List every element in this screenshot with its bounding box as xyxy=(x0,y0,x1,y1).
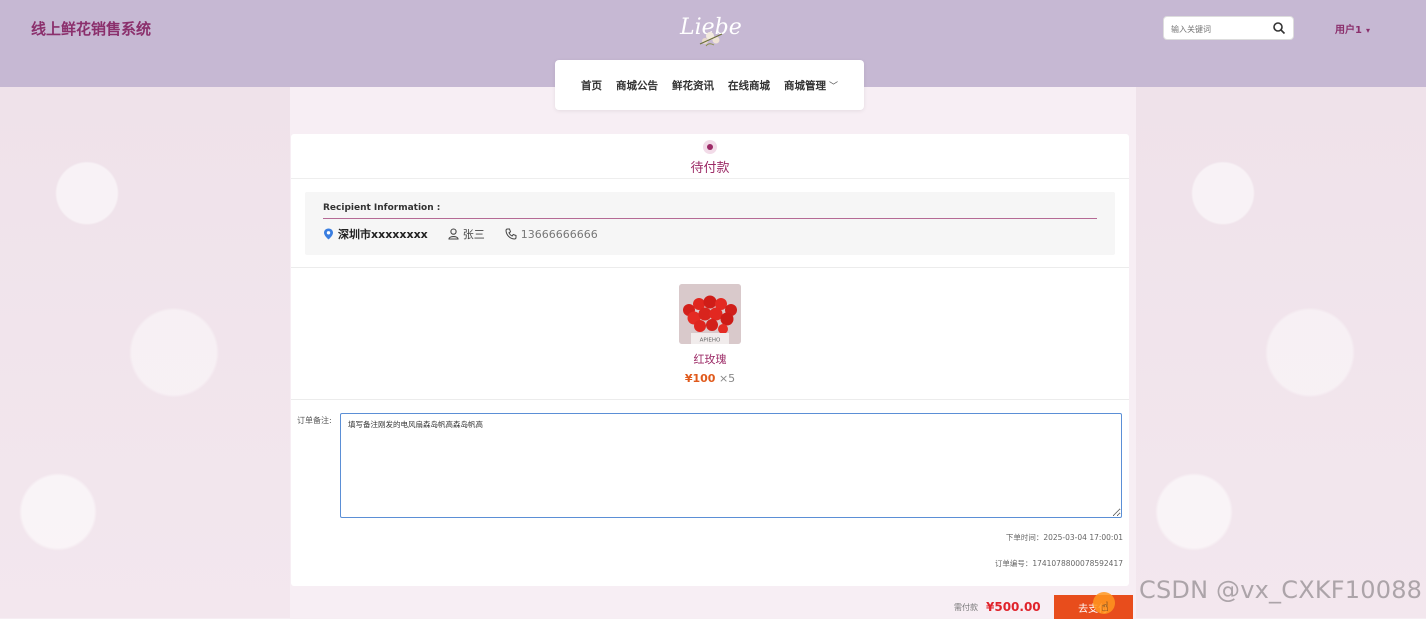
watermark: CSDN @vx_CXKF10088 xyxy=(1139,576,1423,604)
order-number: 订单编号：1741078800078592417 xyxy=(994,559,1123,568)
nav-item-announcements[interactable]: 商城公告 xyxy=(616,78,658,93)
recipient-address: 深圳市xxxxxxxx xyxy=(338,228,428,241)
caret-down-icon: ▾ xyxy=(1365,26,1370,35)
recipient-row: 深圳市xxxxxxxx 张三 13666666666 xyxy=(323,226,618,242)
nav-item-store-management[interactable]: 商城管理 ﹀ xyxy=(784,78,838,93)
location-pin-icon xyxy=(324,228,333,240)
person-icon xyxy=(448,228,459,240)
name-item: 张三 xyxy=(448,226,485,242)
product-quantity: ×5 xyxy=(718,372,736,385)
nav-item-home[interactable]: 首页 xyxy=(581,78,602,93)
search-icon[interactable] xyxy=(1272,21,1286,35)
product-name[interactable]: 红玫瑰 xyxy=(291,351,1129,367)
pay-amount: ¥500.00 xyxy=(986,600,1041,614)
main-nav: 首页 商城公告 鲜花资讯 在线商城 商城管理 ﹀ xyxy=(555,60,864,110)
product-price: ¥100 xyxy=(684,372,716,385)
recipient-box: Recipient Information : 深圳市xxxxxxxx 张三 1… xyxy=(305,192,1115,255)
order-time: 下单时间：2025-03-04 17:00:01 xyxy=(1005,533,1123,542)
remark-textarea[interactable]: 填写备注刚发的电风扇森岛帆高森岛帆高 xyxy=(340,413,1122,518)
order-card: 待付款 Recipient Information : 深圳市xxxxxxxx … xyxy=(291,134,1129,586)
search-box xyxy=(1163,16,1294,41)
recipient-name: 张三 xyxy=(462,228,485,241)
divider xyxy=(291,267,1129,268)
nav-item-store-management-label: 商城管理 xyxy=(783,79,826,92)
background-left xyxy=(0,87,290,618)
recipient-phone: 13666666666 xyxy=(520,227,598,241)
logo-flower-icon[interactable]: Liebe xyxy=(676,4,746,50)
product-item: APIEHO 红玫瑰 ¥100 ×5 xyxy=(291,284,1129,385)
address-item: 深圳市xxxxxxxx xyxy=(323,226,428,242)
pay-label: 需付款 xyxy=(954,602,978,612)
remark-label: 订单备注: xyxy=(297,416,332,425)
hand-cursor-icon: ☝ xyxy=(1101,600,1109,615)
phone-icon xyxy=(505,228,517,240)
status-dot-icon xyxy=(703,140,717,154)
recipient-divider xyxy=(323,218,1097,219)
user-name: 用户1 xyxy=(1335,25,1362,36)
background-right xyxy=(1136,87,1426,618)
chevron-down-icon: ﹀ xyxy=(828,81,838,92)
product-price-row: ¥100 ×5 xyxy=(291,372,1129,385)
product-image[interactable]: APIEHO xyxy=(679,284,741,344)
site-title[interactable]: 线上鲜花销售系统 xyxy=(31,18,151,39)
order-status-header: 待付款 xyxy=(291,134,1129,179)
search-input[interactable] xyxy=(1169,18,1273,41)
divider xyxy=(291,399,1129,400)
product-image-caption: APIEHO xyxy=(700,338,721,344)
nav-item-flower-news[interactable]: 鲜花资讯 xyxy=(672,78,714,93)
order-status: 待付款 xyxy=(690,161,730,176)
rose-bouquet-icon: APIEHO xyxy=(679,284,741,344)
nav-item-online-store[interactable]: 在线商城 xyxy=(728,78,770,93)
user-menu[interactable]: 用户1 ▾ xyxy=(1335,21,1370,36)
phone-item: 13666666666 xyxy=(505,228,598,241)
recipient-label: Recipient Information : xyxy=(323,203,441,213)
